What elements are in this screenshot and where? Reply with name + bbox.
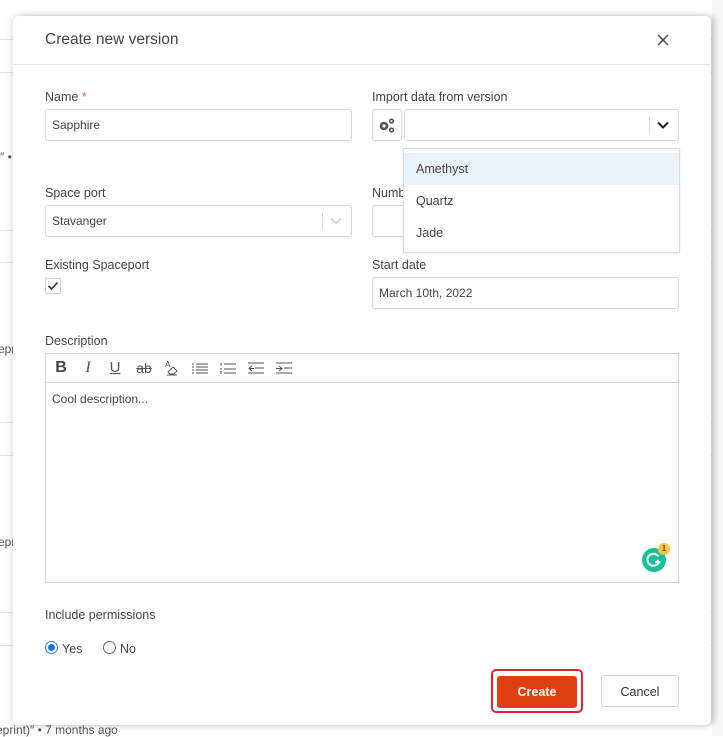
background-text: ″ •: [0, 150, 12, 164]
clear-format-button[interactable]: A: [163, 359, 181, 377]
name-label-text: Name: [45, 90, 79, 104]
select-separator: [322, 213, 323, 230]
close-icon: [657, 34, 669, 46]
numbered-list-icon: [220, 363, 236, 374]
start-date-input[interactable]: March 10th, 2022: [372, 277, 679, 309]
select-separator: [649, 117, 650, 134]
name-label: Name *: [45, 90, 87, 104]
start-date-value: March 10th, 2022: [379, 286, 473, 300]
outdent-icon: [248, 362, 264, 374]
import-version-label: Import data from version: [372, 90, 508, 104]
italic-icon: I: [85, 359, 91, 376]
bullet-list-button[interactable]: [191, 359, 209, 377]
dropdown-option[interactable]: Quartz: [404, 185, 679, 217]
indent-icon: [276, 362, 292, 374]
existing-spaceport-checkbox[interactable]: [45, 278, 61, 294]
name-input[interactable]: Sapphire: [45, 109, 352, 141]
bullet-list-icon: [192, 363, 208, 374]
required-marker: *: [81, 90, 87, 104]
space-port-select[interactable]: Stavanger: [45, 205, 352, 237]
description-label: Description: [45, 334, 108, 348]
start-date-label: Start date: [372, 258, 427, 272]
chevron-down-icon: [657, 121, 669, 129]
strikethrough-button[interactable]: ab: [134, 359, 154, 377]
background-sidebar: [712, 0, 723, 736]
numbered-list-button[interactable]: [219, 359, 237, 377]
name-value: Sapphire: [52, 118, 101, 132]
permissions-yes-radio[interactable]: [45, 641, 58, 654]
bold-icon: B: [55, 359, 67, 376]
cancel-button[interactable]: Cancel: [601, 675, 679, 707]
permissions-no-radio[interactable]: [103, 641, 116, 654]
space-port-label: Space port: [45, 186, 106, 200]
checkmark-icon: [47, 281, 59, 291]
dialog-header: Create new version: [13, 16, 711, 65]
outdent-button[interactable]: [247, 359, 265, 377]
dropdown-option[interactable]: Amethyst: [404, 153, 679, 185]
description-text: Cool description...: [52, 392, 149, 406]
underline-icon: U: [109, 359, 121, 376]
import-version-dropdown: Amethyst Quartz Jade: [403, 148, 680, 253]
grammarly-badge: 1: [658, 543, 670, 555]
create-button[interactable]: Create: [497, 676, 577, 708]
import-settings-button[interactable]: [372, 109, 402, 141]
bold-button[interactable]: B: [54, 359, 68, 377]
underline-button[interactable]: U: [108, 359, 122, 377]
space-port-value: Stavanger: [52, 214, 107, 228]
description-editor[interactable]: B I U ab A Cool description... 1: [45, 353, 679, 583]
dialog-title: Create new version: [45, 31, 179, 48]
editor-toolbar: B I U ab A: [46, 354, 678, 383]
permissions-no-label: No: [120, 642, 136, 656]
existing-spaceport-label: Existing Spaceport: [45, 258, 150, 272]
gears-icon: [379, 118, 395, 133]
eraser-icon: A: [165, 360, 178, 376]
chevron-down-icon: [330, 218, 342, 225]
dropdown-option[interactable]: Jade: [404, 217, 679, 249]
italic-button[interactable]: I: [81, 359, 95, 377]
number-label: Numb: [372, 186, 406, 200]
create-version-dialog: Create new version Name * Sapphire Impor…: [13, 16, 711, 725]
indent-button[interactable]: [275, 359, 293, 377]
strikethrough-icon: ab: [136, 360, 152, 376]
svg-text:A: A: [165, 360, 171, 369]
import-version-select[interactable]: [404, 109, 679, 141]
background-text: eprint)″ • 7 months ago: [0, 723, 118, 737]
close-button[interactable]: [653, 30, 673, 50]
permissions-yes-label: Yes: [62, 642, 83, 656]
include-permissions-label: Include permissions: [45, 608, 156, 622]
